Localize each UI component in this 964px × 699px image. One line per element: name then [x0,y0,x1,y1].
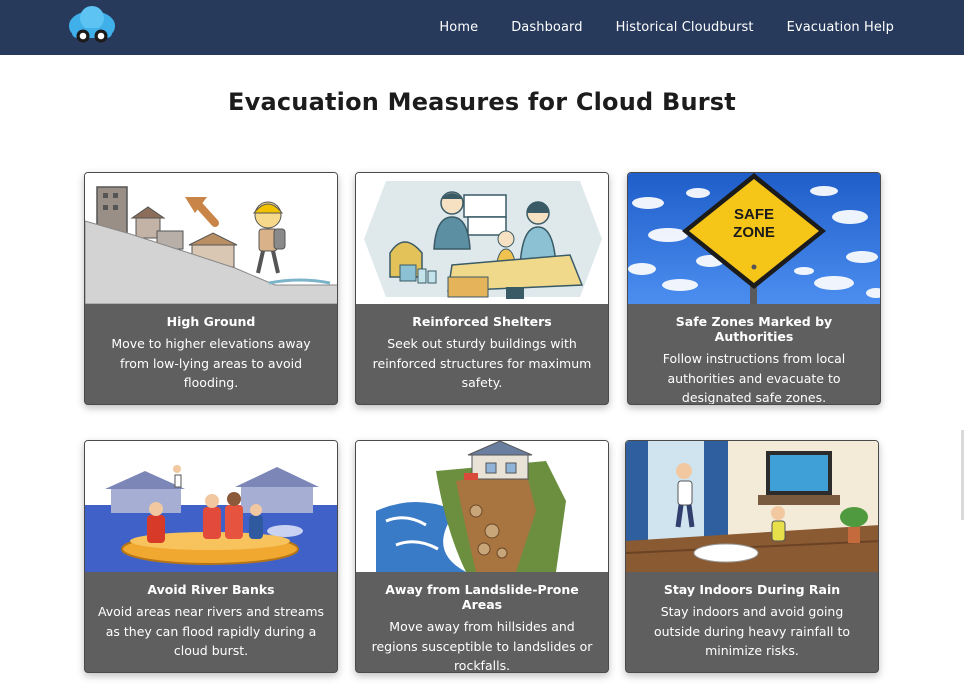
sign-line-1: SAFE [734,206,774,223]
nav-links: Home Dashboard Historical Cloudburst Eva… [439,0,894,55]
navbar: Home Dashboard Historical Cloudburst Eva… [0,0,964,55]
card-avoid-river-banks: Avoid River Banks Avoid areas near river… [84,440,338,673]
card-text: Seek out sturdy buildings with reinforce… [372,336,592,390]
card-text: Stay indoors and avoid going outside dur… [653,604,851,658]
sign-line-2: ZONE [733,224,775,241]
nav-historical-cloudburst-link[interactable]: Historical Cloudburst [616,20,754,35]
card-body: Away from Landslide-Prone Areas Move awa… [356,572,608,673]
cloud-car-icon[interactable] [62,6,122,48]
card-text: Follow instructions from local authoriti… [662,351,846,405]
card-landslide-prone-areas: Away from Landslide-Prone Areas Move awa… [355,440,609,673]
card-body: Safe Zones Marked by Authorities Follow … [628,304,880,405]
card-body: High Ground Move to higher elevations aw… [85,304,337,404]
children-indoors-illustration [626,441,878,572]
card-safe-zones: SAFE ZONE Safe Zones Marked by Authoriti… [627,172,881,405]
card-body: Stay Indoors During Rain Stay indoors an… [626,572,878,672]
card-text: Move to higher elevations away from low-… [111,336,311,390]
nav-home-link[interactable]: Home [439,20,478,35]
card-text: Avoid areas near rivers and streams as t… [97,604,325,658]
hiker-climbing-hill-illustration [85,173,337,304]
safe-zone-sign-photo: SAFE ZONE [628,173,880,304]
card-title: Avoid River Banks [147,582,275,597]
flood-rescue-boat-illustration [85,441,337,572]
card-body: Reinforced Shelters Seek out sturdy buil… [356,304,608,404]
card-stay-indoors: Stay Indoors During Rain Stay indoors an… [625,440,879,673]
card-title: Stay Indoors During Rain [663,582,841,597]
family-in-shelter-illustration [356,173,608,304]
page-title: Evacuation Measures for Cloud Burst [228,88,736,116]
card-title: Reinforced Shelters [412,314,552,329]
landslide-house-illustration [356,441,608,572]
nav-evacuation-help-link[interactable]: Evacuation Help [787,20,894,35]
card-text: Move away from hillsides and regions sus… [371,619,593,673]
card-reinforced-shelters: Reinforced Shelters Seek out sturdy buil… [355,172,609,405]
card-title: High Ground [166,314,256,329]
nav-dashboard-link[interactable]: Dashboard [511,20,582,35]
card-title: Safe Zones Marked by Authorities [675,314,833,344]
card-title: Away from Landslide-Prone Areas [385,582,579,612]
card-body: Avoid River Banks Avoid areas near river… [85,572,337,672]
card-high-ground: High Ground Move to higher elevations aw… [84,172,338,405]
